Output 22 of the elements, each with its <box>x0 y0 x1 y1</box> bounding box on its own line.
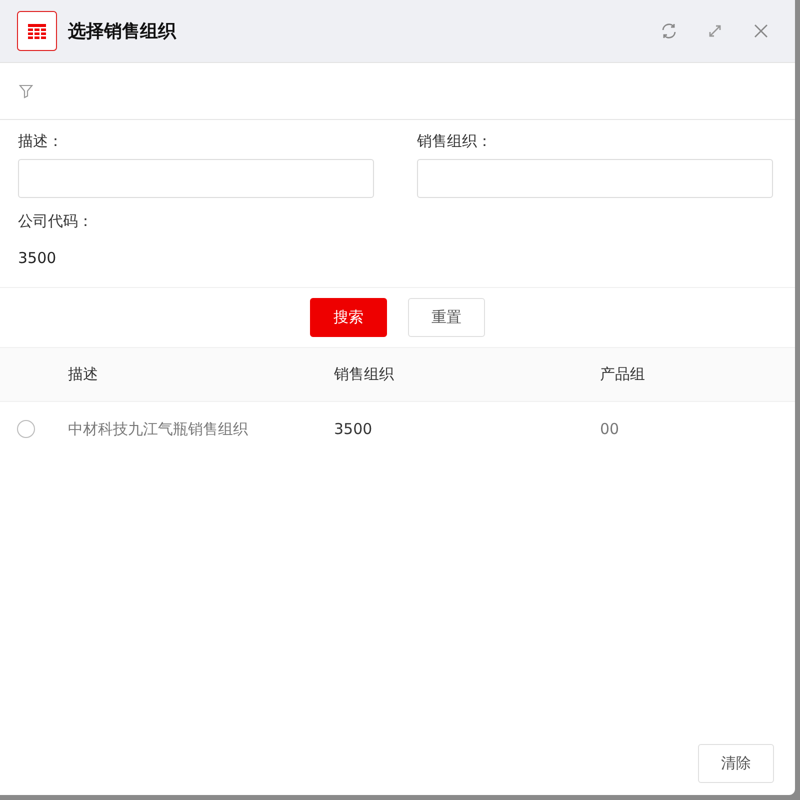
table-icon <box>17 11 57 51</box>
field-label: 公司代码： <box>18 212 94 231</box>
table-cell-text: 00 <box>600 420 620 438</box>
filter-icon[interactable] <box>18 83 34 99</box>
column-header: 产品组 <box>600 365 646 384</box>
column-header: 销售组织 <box>334 365 395 384</box>
field-label: 描述： <box>18 132 64 151</box>
table-cell-text: 中材科技九江气瓶销售组织 <box>68 420 249 438</box>
close-icon[interactable] <box>752 22 770 40</box>
reset-button[interactable]: 重置 <box>408 298 485 337</box>
table-cell-text: 3500 <box>334 420 374 438</box>
column-header: 描述 <box>68 365 99 384</box>
search-button[interactable]: 搜索 <box>310 298 387 337</box>
radio-button[interactable] <box>17 420 35 438</box>
table-row[interactable]: 中材科技九江气瓶销售组织 3500 00 <box>0 402 795 456</box>
input-field[interactable] <box>18 159 374 198</box>
input-field[interactable] <box>417 159 773 198</box>
refresh-icon[interactable] <box>660 22 678 40</box>
field-value: 3500 <box>18 249 58 267</box>
dialog-title: 选择销售组织 <box>68 20 176 43</box>
clear-button[interactable]: 清除 <box>698 744 774 783</box>
field-label: 销售组织： <box>417 132 493 151</box>
